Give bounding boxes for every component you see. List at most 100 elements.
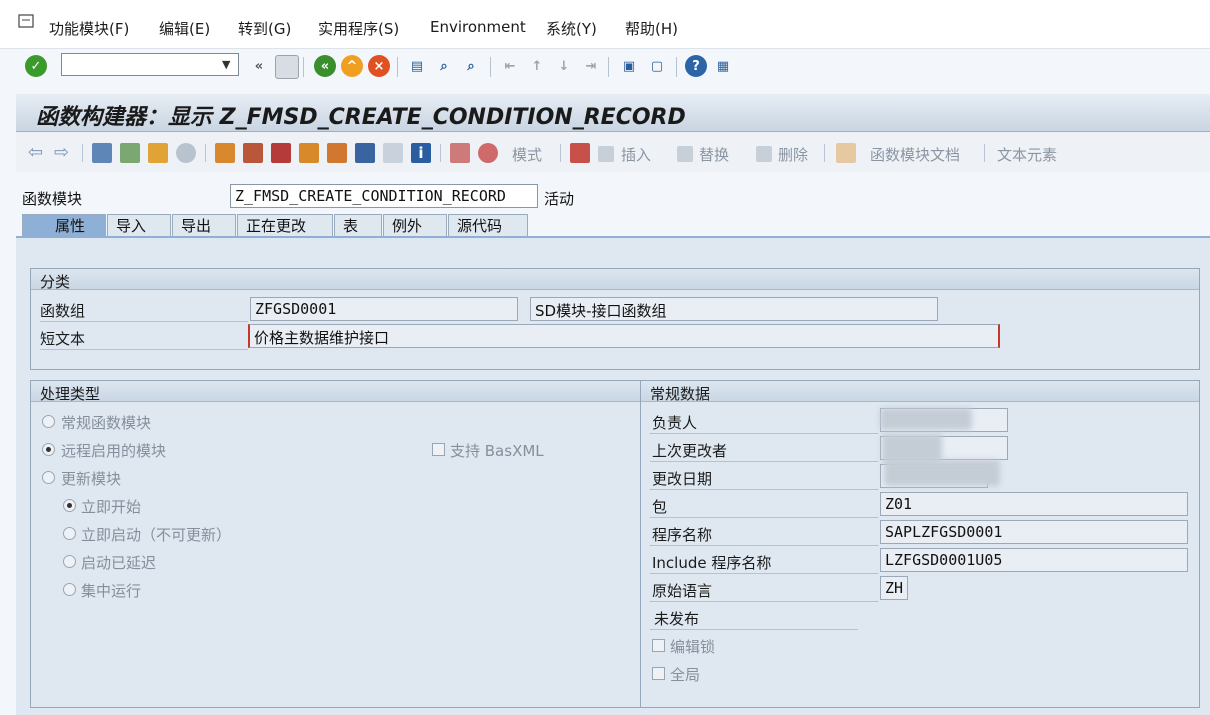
breakpoint-icon[interactable] (450, 143, 470, 163)
package-field: Z01 (880, 492, 1188, 516)
find-next-icon[interactable]: ⌕ (460, 55, 482, 77)
label-underline (40, 321, 248, 322)
label-underline (650, 489, 878, 490)
classification-heading: 分类 (40, 273, 71, 291)
function-group-label: 函数组 (40, 302, 86, 320)
text-elements-button[interactable]: 文本元素 (997, 144, 1057, 165)
tab-exceptions[interactable]: 例外 (383, 214, 447, 237)
basxml-label: 支持 BasXML (450, 442, 544, 460)
start-immediately-no-update-radio[interactable] (63, 527, 76, 540)
back-double-chevron-icon[interactable]: « (248, 55, 270, 77)
start-delayed-radio[interactable] (63, 555, 76, 568)
delete-button[interactable]: 删除 (778, 144, 808, 165)
next-page-icon[interactable]: ↓ (553, 55, 575, 77)
start-immediately-no-update-label: 立即启动（不可更新） (81, 526, 232, 544)
back-icon[interactable]: « (314, 55, 336, 77)
last-page-icon[interactable]: ⇥ (580, 55, 602, 77)
mode-button[interactable]: 模式 (512, 144, 542, 165)
update-module-label: 更新模块 (61, 470, 122, 488)
system-menu-icon[interactable] (18, 14, 34, 28)
start-immediately-radio[interactable] (63, 499, 76, 512)
menu-utilities[interactable]: 实用程序(S) (318, 18, 399, 39)
arrow-right-icon[interactable]: ⇨ (54, 143, 74, 163)
remote-enabled-radio[interactable] (42, 443, 55, 456)
menu-environment[interactable]: Environment (430, 18, 526, 36)
find-icon[interactable]: ⌕ (433, 55, 455, 77)
cancel-icon[interactable]: × (368, 55, 390, 77)
tab-export[interactable]: 导出 (172, 214, 236, 237)
menu-edit[interactable]: 编辑(E) (159, 18, 210, 39)
display-change-icon[interactable] (92, 143, 112, 163)
navigate-icon[interactable] (299, 143, 319, 163)
tab-tables[interactable]: 表 (334, 214, 382, 237)
start-immediately-label: 立即开始 (81, 498, 142, 516)
label-underline (650, 629, 858, 630)
menu-help[interactable]: 帮助(H) (625, 18, 678, 39)
label-underline (650, 573, 878, 574)
redacted-value (884, 460, 1000, 486)
arrow-left-icon[interactable]: ⇦ (28, 143, 48, 163)
edit-lock-checkbox[interactable] (652, 639, 665, 652)
enter-check-icon[interactable]: ✓ (25, 55, 47, 77)
program-name-field: SAPLZFGSD0001 (880, 520, 1188, 544)
menu-function-module[interactable]: 功能模块(F) (49, 18, 129, 39)
function-module-doc-button[interactable]: 函数模块文档 (870, 144, 960, 165)
insert-button[interactable]: 插入 (621, 144, 651, 165)
tab-import[interactable]: 导入 (107, 214, 171, 237)
tab-attributes[interactable]: 属性 (22, 214, 106, 237)
label-underline (40, 349, 248, 350)
tab-changing[interactable]: 正在更改 (237, 214, 333, 237)
documentation-icon[interactable] (836, 143, 856, 163)
new-session-icon[interactable]: ▣ (618, 55, 640, 77)
pretty-printer-icon[interactable] (271, 143, 291, 163)
program-name-label: 程序名称 (652, 526, 713, 544)
hierarchy-icon[interactable] (327, 143, 347, 163)
function-module-field[interactable]: Z_FMSD_CREATE_CONDITION_RECORD (230, 184, 538, 208)
help-icon[interactable]: ? (685, 55, 707, 77)
save-icon[interactable] (275, 55, 299, 79)
update-module-radio[interactable] (42, 471, 55, 484)
last-changed-by-label: 上次更改者 (652, 442, 728, 460)
short-text-field[interactable]: 价格主数据维护接口 (248, 324, 1000, 348)
customize-layout-icon[interactable]: ▦ (712, 55, 734, 77)
function-group-field[interactable]: ZFGSD0001 (250, 297, 518, 321)
replace-button[interactable]: 替换 (699, 144, 729, 165)
exit-icon[interactable]: ^ (341, 55, 363, 77)
info-icon[interactable]: i (411, 143, 431, 163)
stop-icon[interactable] (478, 143, 498, 163)
menu-goto[interactable]: 转到(G) (238, 18, 291, 39)
basxml-checkbox[interactable] (432, 443, 445, 456)
collective-run-radio[interactable] (63, 583, 76, 596)
command-field[interactable] (61, 53, 239, 76)
not-released-label: 未发布 (654, 610, 700, 628)
replace-icon[interactable] (677, 146, 693, 162)
where-used-icon[interactable] (176, 143, 196, 163)
group-header (31, 269, 1199, 290)
original-language-field: ZH (880, 576, 908, 600)
print-icon[interactable]: ▤ (406, 55, 428, 77)
pattern-icon[interactable] (243, 143, 263, 163)
group-header (31, 381, 641, 402)
menu-system[interactable]: 系统(Y) (546, 18, 597, 39)
previous-page-icon[interactable]: ↑ (526, 55, 548, 77)
delete-icon[interactable] (756, 146, 772, 162)
global-label: 全局 (670, 666, 701, 684)
short-text-label: 短文本 (40, 330, 86, 348)
chevron-down-icon[interactable]: ▼ (222, 58, 230, 71)
responsible-label: 负责人 (652, 414, 698, 432)
stack-icon[interactable] (355, 143, 375, 163)
normal-function-radio[interactable] (42, 415, 55, 428)
activate-icon[interactable] (148, 143, 168, 163)
label-underline (650, 433, 878, 434)
table-icon[interactable] (383, 143, 403, 163)
label-underline (650, 601, 878, 602)
insert-icon[interactable] (598, 146, 614, 162)
other-object-icon[interactable] (120, 143, 140, 163)
test-icon[interactable] (215, 143, 235, 163)
global-checkbox[interactable] (652, 667, 665, 680)
status-label: 活动 (544, 190, 575, 208)
shortcut-icon[interactable]: ▢ (646, 55, 668, 77)
structure-icon[interactable] (570, 143, 590, 163)
tab-source-code[interactable]: 源代码 (448, 214, 528, 237)
first-page-icon[interactable]: ⇤ (499, 55, 521, 77)
